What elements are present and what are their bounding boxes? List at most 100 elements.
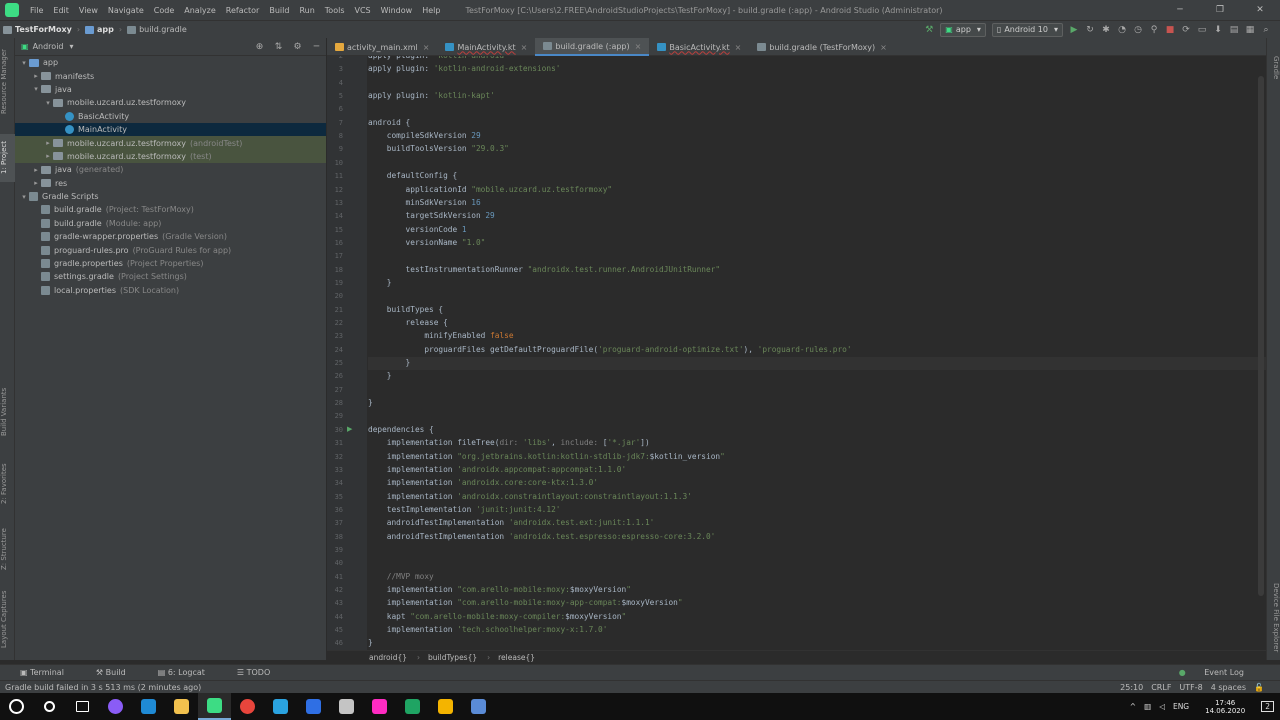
- attach-debugger-icon[interactable]: ⚲: [1146, 25, 1162, 35]
- close-tab-icon[interactable]: ×: [635, 42, 642, 51]
- tree-item[interactable]: ▸ java (generated): [15, 163, 326, 176]
- tree-item[interactable]: ▸ mobile.uzcard.uz.testformoxy (test): [15, 149, 326, 164]
- maximize-icon[interactable]: ❐: [1200, 5, 1240, 15]
- edge-icon[interactable]: [132, 693, 165, 720]
- breadcrumb-release[interactable]: release{}: [498, 653, 535, 662]
- layout-captures-tab[interactable]: Layout Captures: [0, 588, 15, 650]
- close-icon[interactable]: ✕: [1240, 5, 1280, 15]
- menu-run[interactable]: Run: [294, 6, 319, 15]
- close-tab-icon[interactable]: ×: [735, 43, 742, 52]
- sync-gradle-icon[interactable]: ⟳: [1178, 25, 1194, 35]
- tree-item[interactable]: ▾ Gradle Scripts: [15, 190, 326, 203]
- menu-navigate[interactable]: Navigate: [103, 6, 149, 15]
- event-log-tab[interactable]: ● Event Log: [1179, 668, 1260, 677]
- chevron-right-icon[interactable]: ▸: [31, 179, 41, 187]
- close-tab-icon[interactable]: ×: [521, 43, 528, 52]
- tree-item[interactable]: gradle-wrapper.properties (Gradle Version…: [15, 230, 326, 243]
- chevron-right-icon[interactable]: ▸: [31, 72, 41, 80]
- device-select[interactable]: ▯ Android 10 ▾: [991, 22, 1063, 37]
- app-gray-icon[interactable]: [330, 693, 363, 720]
- coverage-icon[interactable]: ◔: [1114, 25, 1130, 35]
- logcat-tab[interactable]: ▤ 6: Logcat: [158, 668, 221, 677]
- debug-icon[interactable]: ✱: [1098, 25, 1114, 35]
- run-config-select[interactable]: ▣ app ▾: [940, 22, 986, 37]
- breadcrumb-project[interactable]: TestForMoxy: [0, 25, 75, 34]
- clock[interactable]: 17:46 14.06.2020: [1201, 699, 1249, 715]
- menu-vcs[interactable]: VCS: [350, 6, 376, 15]
- tree-item[interactable]: ▾ java: [15, 83, 326, 96]
- close-tab-icon[interactable]: ×: [880, 43, 887, 52]
- app-colorful-icon[interactable]: [429, 693, 462, 720]
- menu-window[interactable]: Window: [376, 6, 418, 15]
- chrome-icon[interactable]: [231, 693, 264, 720]
- tree-item[interactable]: ▸ res: [15, 177, 326, 190]
- project-view-select[interactable]: Android: [33, 42, 64, 51]
- sdk-manager-icon[interactable]: ⬇: [1210, 25, 1226, 35]
- avd-manager-icon[interactable]: ▭: [1194, 25, 1210, 35]
- minimize-icon[interactable]: ─: [1160, 5, 1200, 15]
- tree-item[interactable]: build.gradle (Project: TestForMoxy): [15, 203, 326, 216]
- chevron-right-icon[interactable]: ▸: [31, 166, 41, 174]
- menu-view[interactable]: View: [74, 6, 103, 15]
- menu-build[interactable]: Build: [264, 6, 294, 15]
- menu-edit[interactable]: Edit: [48, 6, 74, 15]
- tree-item[interactable]: ▸ manifests: [15, 69, 326, 82]
- chevron-right-icon[interactable]: ▸: [43, 139, 53, 147]
- caret-position[interactable]: 25:10: [1120, 683, 1143, 692]
- editor-tab[interactable]: build.gradle (:app) ×: [535, 38, 650, 56]
- menu-refactor[interactable]: Refactor: [221, 6, 265, 15]
- profile-icon[interactable]: ◷: [1130, 25, 1146, 35]
- stop-icon[interactable]: ■: [1162, 25, 1178, 35]
- chevron-down-icon[interactable]: ▾: [31, 85, 41, 93]
- run-icon[interactable]: ▶: [1066, 25, 1082, 35]
- tree-item[interactable]: ▾ app: [15, 56, 326, 69]
- layout-inspector-icon[interactable]: ▤: [1226, 25, 1242, 35]
- menu-code[interactable]: Code: [149, 6, 179, 15]
- project-structure-icon[interactable]: ▦: [1242, 25, 1258, 35]
- close-tab-icon[interactable]: ×: [423, 43, 430, 52]
- tree-item[interactable]: BasicActivity: [15, 110, 326, 123]
- app-green-icon[interactable]: [396, 693, 429, 720]
- indent-setting[interactable]: 4 spaces: [1211, 683, 1246, 692]
- hammer-icon[interactable]: ⚒: [921, 25, 937, 35]
- language-indicator[interactable]: ENG: [1173, 702, 1189, 711]
- chevron-down-icon[interactable]: ▾: [70, 42, 74, 51]
- chevron-down-icon[interactable]: ▾: [43, 99, 53, 107]
- breadcrumb-buildtypes[interactable]: buildTypes{}: [428, 653, 477, 662]
- gear-icon[interactable]: ⚙: [288, 42, 307, 52]
- notification-icon[interactable]: 2: [1261, 701, 1274, 712]
- chevron-right-icon[interactable]: ▸: [43, 152, 53, 160]
- breadcrumb-module[interactable]: app: [82, 25, 117, 34]
- breadcrumb-android[interactable]: android{}: [369, 653, 407, 662]
- apply-changes-icon[interactable]: ↻: [1082, 25, 1098, 35]
- build-variants-tab[interactable]: Build Variants: [0, 383, 15, 441]
- menu-analyze[interactable]: Analyze: [179, 6, 221, 15]
- structure-tab[interactable]: Z: Structure: [0, 523, 15, 575]
- chevron-down-icon[interactable]: ▾: [19, 193, 29, 201]
- file-encoding[interactable]: UTF-8: [1179, 683, 1202, 692]
- search-icon[interactable]: [33, 693, 66, 720]
- editor-tab[interactable]: MainActivity.kt ×: [437, 38, 535, 56]
- breadcrumb-file[interactable]: build.gradle: [124, 25, 190, 34]
- start-icon[interactable]: [0, 693, 33, 720]
- app-purple-icon[interactable]: [99, 693, 132, 720]
- tree-item[interactable]: gradle.properties (Project Properties): [15, 257, 326, 270]
- tree-item[interactable]: proguard-rules.pro (ProGuard Rules for ap…: [15, 243, 326, 256]
- volume-icon[interactable]: ◁: [1159, 702, 1165, 711]
- xd-icon[interactable]: [363, 693, 396, 720]
- network-icon[interactable]: ▥: [1144, 702, 1151, 711]
- telegram-icon[interactable]: [264, 693, 297, 720]
- favorites-tab[interactable]: 2: Favorites: [0, 458, 15, 510]
- search-everywhere-icon[interactable]: ⌕: [1258, 25, 1274, 35]
- lock-icon[interactable]: 🔓: [1254, 683, 1264, 692]
- app-doc-icon[interactable]: [462, 693, 495, 720]
- todo-tab[interactable]: ☰ TODO: [237, 668, 286, 677]
- resource-manager-tab[interactable]: Resource Manager: [0, 46, 15, 116]
- run-gutter-icon[interactable]: ▶: [347, 425, 352, 433]
- terminal-tab[interactable]: ▣ Terminal: [20, 668, 80, 677]
- collapse-all-icon[interactable]: ⇅: [269, 42, 288, 52]
- show-hidden-icon[interactable]: ^: [1130, 702, 1136, 711]
- tree-item[interactable]: build.gradle (Module: app): [15, 217, 326, 230]
- menu-tools[interactable]: Tools: [320, 6, 350, 15]
- tree-item[interactable]: ▸ mobile.uzcard.uz.testformoxy (androidTes…: [15, 136, 326, 150]
